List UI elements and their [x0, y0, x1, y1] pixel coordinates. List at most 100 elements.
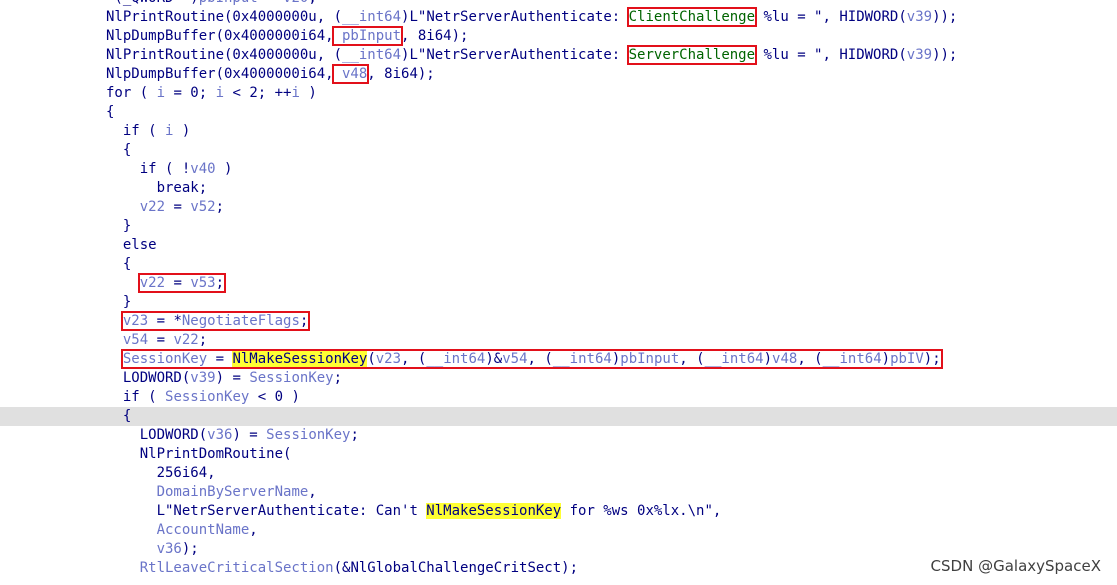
code-token: ) = — [215, 370, 250, 386]
code-token: v22 — [139, 199, 166, 215]
code-line[interactable]: LODWORD(v39) = SessionKey; — [0, 369, 1117, 388]
code-line[interactable]: { — [0, 407, 1117, 426]
code-line-content: } — [123, 293, 131, 312]
code-line[interactable]: } — [0, 217, 1117, 236]
code-token: pbInput — [199, 0, 258, 6]
code-token: v53 — [190, 275, 216, 291]
red-highlight-box: SessionKey = NlMakeSessionKey(v23, (__in… — [120, 349, 943, 369]
code-token: v54 — [502, 351, 528, 367]
code-line-content: { — [123, 141, 131, 160]
code-line[interactable]: { — [0, 255, 1117, 274]
code-token: ) — [763, 351, 773, 367]
code-line[interactable]: NlPrintDomRoutine( — [0, 445, 1117, 464]
code-line-content: AccountName, — [157, 521, 258, 540]
code-line-content: NlPrintRoutine(0x4000000u, (__int64)L"Ne… — [106, 45, 957, 65]
code-token: if ( — [122, 389, 166, 405]
code-token: ) — [173, 123, 191, 139]
code-token: LODWORD( — [122, 370, 191, 386]
code-line[interactable]: if ( SessionKey < 0 ) — [0, 388, 1117, 407]
csdn-watermark: CSDN @GalaxySpaceX — [930, 557, 1101, 575]
code-token: ) — [299, 85, 317, 101]
code-line-content: NlpDumpBuffer(0x4000000i64, v48, 8i64); — [106, 64, 435, 84]
code-line[interactable]: v54 = v22; — [0, 331, 1117, 350]
code-line[interactable]: *(_QWORD *)pbInput = v20; — [0, 0, 1117, 8]
code-token: NlPrintDomRoutine( — [139, 446, 292, 462]
code-token: ; — [215, 199, 225, 215]
code-token: v22 — [139, 275, 166, 291]
code-line-content: NlpDumpBuffer(0x4000000i64, pbInput, 8i6… — [106, 26, 468, 46]
code-token: %lu = ", HIDWORD( — [755, 47, 907, 63]
code-line[interactable]: LODWORD(v36) = SessionKey; — [0, 426, 1117, 445]
decompiler-code-view[interactable]: *(_QWORD *)pbInput = v20;NlPrintRoutine(… — [0, 0, 1117, 585]
code-token: else — [122, 237, 157, 253]
code-line[interactable]: { — [0, 103, 1117, 122]
code-token: ( — [367, 351, 376, 367]
code-line[interactable]: NlpDumpBuffer(0x4000000i64, v48, 8i64); — [0, 64, 1117, 84]
code-line[interactable]: } — [0, 293, 1117, 312]
code-line-content: LODWORD(v39) = SessionKey; — [123, 369, 342, 388]
code-line[interactable]: if ( !v40 ) — [0, 160, 1117, 179]
code-token: pbInput — [333, 28, 402, 44]
code-line-content: DomainByServerName, — [157, 483, 317, 502]
code-token: i — [215, 85, 225, 101]
code-line[interactable]: { — [0, 141, 1117, 160]
code-token: __int64 — [704, 351, 764, 367]
code-token: v39 — [906, 9, 933, 25]
code-line[interactable]: 256i64, — [0, 464, 1117, 483]
code-line[interactable]: NlPrintRoutine(0x4000000u, (__int64)L"Ne… — [0, 45, 1117, 65]
code-token: for %ws 0x%lx.\n", — [561, 503, 722, 519]
code-token: v36 — [156, 541, 182, 557]
code-line[interactable]: for ( i = 0; i < 2; ++i ) — [0, 84, 1117, 103]
code-line[interactable]: L"NetrServerAuthenticate: Can't NlMakeSe… — [0, 502, 1117, 521]
code-token: __int64 — [822, 351, 882, 367]
code-token: NlpDumpBuffer(0x4000000i64, — [106, 28, 334, 44]
code-line[interactable]: DomainByServerName, — [0, 483, 1117, 502]
red-highlight-box: v23 = *NegotiateFlags; — [120, 311, 311, 331]
code-line[interactable]: v22 = v52; — [0, 198, 1117, 217]
code-line[interactable]: NlPrintRoutine(0x4000000u, (__int64)L"Ne… — [0, 7, 1117, 27]
code-line-content: LODWORD(v36) = SessionKey; — [140, 426, 359, 445]
code-line-content: break; — [157, 179, 208, 198]
code-token: NlPrintRoutine(0x4000000u, ( — [106, 47, 343, 63]
code-token: v52 — [190, 199, 216, 215]
code-token: pbIV — [890, 351, 924, 367]
code-line[interactable]: v22 = v53; — [0, 273, 1117, 293]
code-line-content: if ( i ) — [123, 122, 190, 141]
code-token: = — [258, 0, 283, 6]
code-token: ); — [181, 541, 199, 557]
code-token: )L"NetrServerAuthenticate: — [401, 47, 629, 63]
code-line-content: } — [123, 217, 131, 236]
code-token: v48 — [772, 351, 798, 367]
code-token: i — [291, 85, 300, 101]
code-token: = * — [148, 313, 182, 329]
code-token: , ( — [401, 351, 427, 367]
code-token: v36 — [207, 427, 233, 443]
code-line[interactable]: SessionKey = NlMakeSessionKey(v23, (__in… — [0, 349, 1117, 369]
highlighted-token: NlMakeSessionKey — [426, 503, 562, 519]
code-line-content: { — [123, 255, 131, 274]
code-line-content: NlPrintRoutine(0x4000000u, (__int64)L"Ne… — [106, 7, 957, 27]
code-line-content: v23 = *NegotiateFlags; — [120, 311, 311, 331]
code-token: v39 — [906, 47, 933, 63]
code-token: SessionKey — [266, 427, 351, 443]
code-token: if ( — [122, 123, 166, 139]
red-highlight-box: v22 = v53; — [137, 273, 227, 293]
code-token: { — [122, 256, 132, 272]
code-line[interactable]: break; — [0, 179, 1117, 198]
code-line[interactable]: if ( i ) — [0, 122, 1117, 141]
code-line-content: v54 = v22; — [123, 331, 207, 350]
code-token: SessionKey — [165, 389, 250, 405]
code-line[interactable]: NlpDumpBuffer(0x4000000i64, pbInput, 8i6… — [0, 26, 1117, 46]
code-line-content: { — [106, 103, 114, 122]
code-token: = 0; — [165, 85, 216, 101]
code-line[interactable]: AccountName, — [0, 521, 1117, 540]
code-line[interactable]: v23 = *NegotiateFlags; — [0, 311, 1117, 331]
code-token: { — [122, 408, 132, 424]
code-line-content: v22 = v52; — [140, 198, 224, 217]
code-token: NlpDumpBuffer(0x4000000i64, — [106, 66, 334, 82]
code-token: NegotiateFlags — [181, 313, 300, 329]
code-line[interactable]: else — [0, 236, 1117, 255]
highlighted-token: NlMakeSessionKey — [232, 351, 368, 367]
code-token: (&NlGlobalChallengeCritSect); — [333, 560, 579, 576]
code-token: , ( — [797, 351, 823, 367]
